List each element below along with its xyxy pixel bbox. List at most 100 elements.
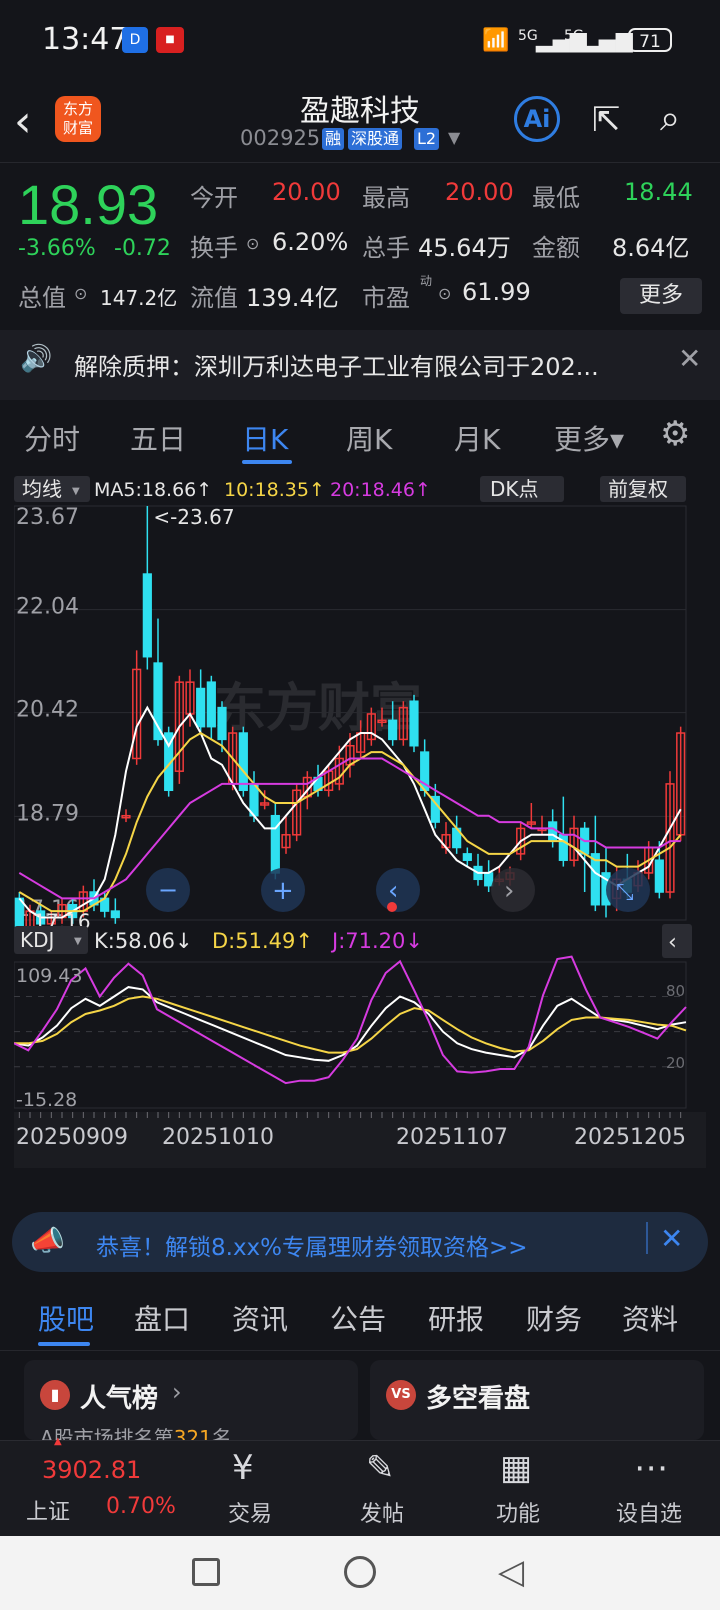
promo-text[interactable]: 恭喜！解锁8.xx%专属理财券领取资格>> [96,1228,528,1262]
tab-more[interactable]: 更多▾ [554,418,624,458]
tab-guba[interactable]: 股吧 [38,1298,94,1338]
ma-toggle-label: 均线 [22,477,62,501]
svg-text:‹: ‹ [388,876,398,906]
tab-pankou[interactable]: 盘口 [134,1298,190,1338]
recents-square-icon[interactable] [192,1558,220,1586]
date-label: 20251010 [162,1125,274,1150]
amount-value: 8.64亿 [612,234,690,262]
tag-shenzhen-connect: 深股通 [348,128,403,150]
info-icon-3[interactable]: ⊙ [438,284,451,303]
home-circle-icon[interactable] [344,1556,376,1588]
tab-monthly-k[interactable]: 月K [454,418,500,458]
svg-text:+: + [272,876,294,906]
tab-finance[interactable]: 财务 [526,1298,582,1338]
back-triangle-icon[interactable]: ◁ [498,1552,524,1592]
tab-intraday[interactable]: 分时 [24,418,80,458]
volume-value: 45.64万 [418,234,511,262]
tag-margin: 融 [322,128,345,150]
max-price-annotation: <-23.67 [153,505,234,529]
change-percent: -3.66% [18,236,96,261]
index-change[interactable]: 0.70% [106,1494,176,1519]
candle-body [249,783,259,817]
date-label: 20251107 [396,1125,508,1150]
market-cap-label: 总值 [18,284,66,312]
kdj-top-tick: 109.43 [16,965,82,987]
tab-announcements[interactable]: 公告 [330,1298,386,1338]
kdj-level-20: 20 [666,1054,685,1072]
tab-profile[interactable]: 资料 [622,1298,678,1338]
kdj-dropdown-icon: ▼ [74,936,82,947]
index-name[interactable]: 上证 [26,1494,70,1526]
tag-dropdown-icon[interactable]: ▼ [448,128,460,147]
kdj-bottom-tick: -15.28 [16,1089,77,1111]
candle-body [590,853,600,906]
index-value[interactable]: 3902.81 [42,1456,141,1484]
gear-icon[interactable]: ⚙ [660,414,690,454]
turnover-label: 换手 [190,234,238,262]
close-icon-2[interactable]: ✕ [660,1222,683,1255]
news-text[interactable]: 解除质押：深圳万利达电子工业有限公司于202... [74,347,599,382]
tab-news[interactable]: 资讯 [232,1298,288,1338]
float-cap-value: 139.4亿 [246,284,339,312]
tab-research[interactable]: 研报 [428,1298,484,1338]
amount-label: 金额 [532,234,580,262]
volume-label: 总手 [362,234,410,262]
float-cap-label: 流值 [190,284,238,312]
nav-add-watchlist[interactable]: 设自选 [616,1496,682,1528]
ma-dropdown-icon: ▼ [72,486,80,497]
stock-code: 002925 [240,126,321,150]
nav-functions[interactable]: 功能 [496,1496,540,1528]
nav-post[interactable]: 发帖 [360,1496,404,1528]
bull-bear-card[interactable] [370,1360,704,1440]
kline-chart-svg[interactable]: 均线 ▼ MA5:18.66↑ 10:18.35↑ 20:18.46↑ DK点 … [13,476,706,1198]
tab-five-day[interactable]: 五日 [130,418,186,458]
open-value: 20.00 [272,178,341,206]
speaker-icon: 🔊 [20,344,53,374]
kdj-toggle-label: KDJ [20,928,54,952]
price-tick-label: 20.42 [16,698,79,723]
expand-panel-button [662,924,692,958]
date-label: 20251205 [574,1125,686,1150]
grid-icon[interactable]: ▦ [500,1448,532,1488]
search-icon[interactable]: ⌕ [660,98,680,140]
candle-body [110,910,120,919]
ma10-readout: 10:18.35↑ [224,479,325,501]
signal-icon-2: ▂▄▆ [582,28,633,53]
svg-text:−: − [158,876,178,904]
kline-chart-area[interactable]: 均线 ▼ MA5:18.66↑ 10:18.35↑ 20:18.46↑ DK点 … [13,476,706,1198]
change-value: -0.72 [114,236,171,261]
market-cap-value: 147.2亿 [100,286,178,310]
pe-value: 61.99 [462,278,531,306]
tag-level2: L2 [414,128,440,150]
candle-body [388,719,398,741]
app-notification-icon: D [122,27,148,53]
share-icon[interactable]: ⇱ [592,100,621,140]
nav-trade[interactable]: 交易 [228,1496,272,1528]
close-icon[interactable]: ✕ [678,342,701,375]
wifi-icon: 📶 [482,28,510,53]
info-icon[interactable]: ⊙ [246,234,259,253]
candle-body [217,706,227,741]
tab-weekly-k[interactable]: 周K [346,418,392,458]
open-label: 今开 [190,184,238,212]
dk-point-label: DK点 [490,477,539,501]
kdj-level-80: 80 [666,982,685,1000]
promo-divider [646,1222,648,1254]
popularity-rank: A股市场排名第321名 [40,1426,232,1440]
pe-dynamic-mark: 动 [420,274,433,288]
tab-daily-k[interactable]: 日K [242,418,288,458]
pe-label: 市盈 [362,284,410,312]
more-quote-button[interactable]: 更多 [620,278,702,314]
candle-body [462,853,472,861]
post-icon[interactable]: ✎ [366,1448,395,1488]
info-icon-2[interactable]: ⊙ [74,284,87,303]
megaphone-icon: 📣 [30,1224,65,1257]
pan-left-button: ‹ [376,868,420,912]
trade-icon[interactable]: ¥ [232,1448,254,1488]
chevron-right-icon: › [172,1378,182,1406]
candle-body [142,573,152,658]
high-value: 20.00 [445,178,514,206]
ai-assistant-icon[interactable]: Ai [514,96,560,142]
candle-body [196,687,206,728]
more-dots-icon[interactable]: ⋯ [634,1448,668,1488]
